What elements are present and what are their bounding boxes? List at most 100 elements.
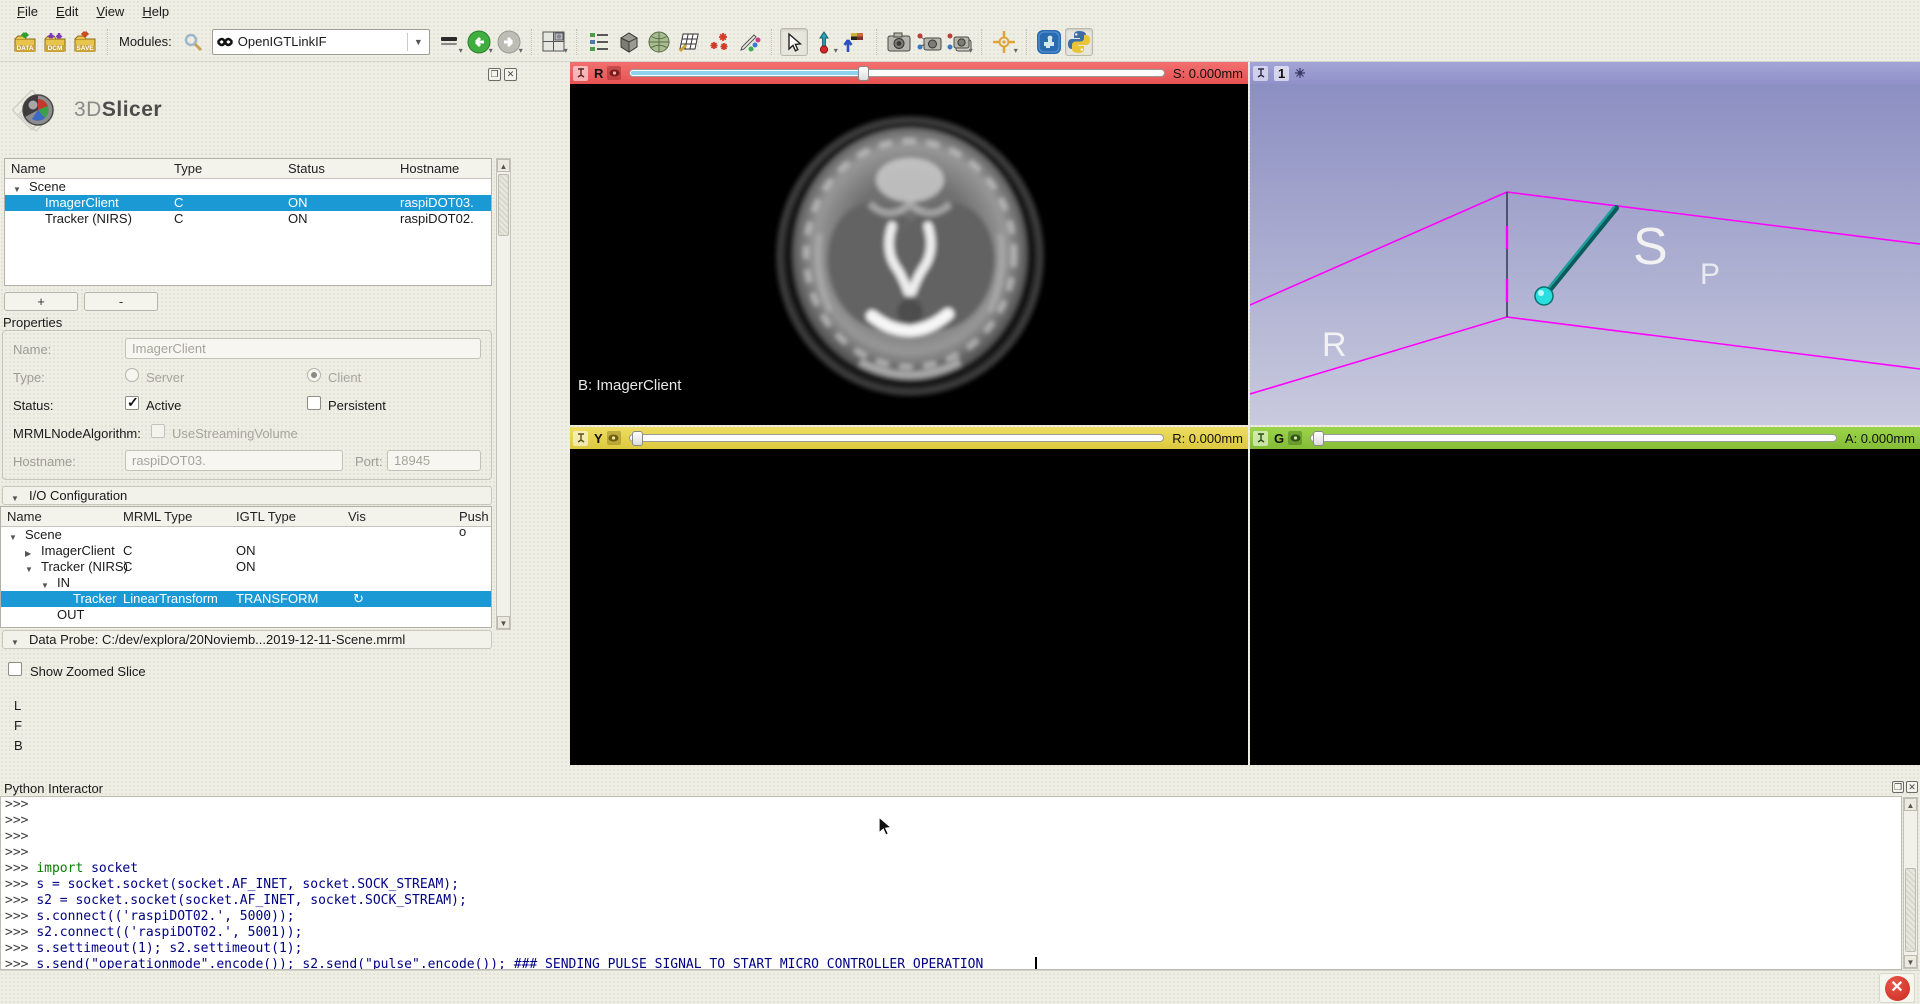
slice-visibility-eye-icon[interactable]: [607, 66, 621, 80]
table-row[interactable]: ▶ImagerClientCON: [1, 543, 491, 559]
transforms-module-button[interactable]: [675, 28, 703, 56]
scroll-up-icon[interactable]: ▲: [1904, 798, 1917, 811]
remove-connector-button[interactable]: -: [84, 292, 158, 311]
client-radio[interactable]: [307, 368, 321, 382]
yellow-slice-view[interactable]: [570, 449, 1248, 765]
column-header-igtl-type[interactable]: IGTL Type: [236, 509, 296, 524]
slider-thumb[interactable]: [632, 431, 643, 446]
spin-icon[interactable]: [1293, 66, 1307, 80]
table-row[interactable]: OUT: [1, 607, 491, 623]
close-console-button[interactable]: ✕: [1906, 781, 1918, 793]
yellow-slice-offset-slider[interactable]: [629, 434, 1165, 442]
console-line: >>>: [5, 797, 1901, 813]
text-caret: [1035, 957, 1037, 970]
active-checkbox[interactable]: [125, 396, 139, 410]
close-panel-button[interactable]: ✕: [504, 68, 517, 81]
table-row[interactable]: Tracker (NIRS)CONraspiDOT02.: [5, 211, 491, 227]
slider-thumb[interactable]: [858, 66, 869, 81]
segment-editor-module-button[interactable]: [735, 28, 763, 56]
scroll-down-icon[interactable]: ▼: [1904, 955, 1917, 968]
hostname-field[interactable]: raspiDOT03.: [125, 450, 343, 471]
layout-selector-button[interactable]: ▾: [540, 28, 568, 56]
column-header-status[interactable]: Status: [288, 161, 325, 176]
table-row[interactable]: TrackerLinearTransformTRANSFORM↻: [1, 591, 491, 607]
column-header-vis[interactable]: Vis: [348, 509, 366, 524]
column-header-name[interactable]: Name: [7, 509, 42, 524]
column-header-hostname[interactable]: Hostname: [400, 161, 459, 176]
add-connector-button[interactable]: +: [4, 292, 78, 311]
data-probe-header[interactable]: ▼ Data Probe: C:/dev/explora/20Noviemb..…: [2, 630, 492, 649]
menu-file[interactable]: File: [8, 2, 47, 21]
module-back-button[interactable]: ▾: [465, 28, 493, 56]
red-slice-view[interactable]: B: ImagerClient: [570, 84, 1248, 425]
io-table-header[interactable]: Name MRML Type IGTL Type Vis Push o: [1, 507, 491, 527]
pin-icon[interactable]: [1253, 431, 1268, 446]
scene-view-button[interactable]: [915, 28, 943, 56]
load-dicom-button[interactable]: DCM: [41, 28, 69, 56]
module-search-button[interactable]: [179, 28, 207, 56]
column-header-mrml-type[interactable]: MRML Type: [123, 509, 192, 524]
load-data-button[interactable]: DATA: [11, 28, 39, 56]
module-forward-button[interactable]: ▾: [495, 28, 523, 56]
red-slice-offset-slider[interactable]: [629, 69, 1165, 77]
module-selector-combobox[interactable]: OpenIGTLinkIF ▼: [212, 29, 430, 55]
pin-icon[interactable]: [1253, 66, 1268, 81]
undock-panel-button[interactable]: ❐: [488, 68, 501, 81]
main-toolbar: DATA DCM SAVE Modules: OpenIGTLinkIF ▼ ▾…: [0, 22, 1920, 62]
server-radio[interactable]: [125, 368, 139, 382]
place-fiducial-button[interactable]: ▾: [810, 28, 838, 56]
scene-view-menu-button[interactable]: ▾: [945, 28, 973, 56]
error-log-button[interactable]: ✕: [1879, 973, 1915, 1003]
column-header-name[interactable]: Name: [11, 161, 46, 176]
scroll-down-icon[interactable]: ▼: [497, 616, 510, 629]
show-zoomed-slice-checkbox[interactable]: [8, 662, 22, 676]
slice-visibility-eye-icon[interactable]: [1288, 431, 1302, 445]
mouse-interaction-button[interactable]: [780, 28, 808, 56]
table-row[interactable]: ▼Tracker (NIRS)CON: [1, 559, 491, 575]
scrollbar-thumb[interactable]: [498, 174, 509, 236]
markups-module-button[interactable]: [705, 28, 733, 56]
column-header-type[interactable]: Type: [174, 161, 202, 176]
undock-console-button[interactable]: ❐: [1892, 781, 1904, 793]
slider-thumb[interactable]: [1313, 431, 1324, 446]
yellow-slice-controller-bar: Y R: 0.000mm: [570, 427, 1248, 449]
use-streaming-volume-checkbox[interactable]: [151, 424, 165, 438]
save-button[interactable]: SAVE: [71, 28, 99, 56]
console-scrollbar[interactable]: ▲ ▼: [1903, 797, 1918, 969]
models-module-button[interactable]: [645, 28, 673, 56]
table-row[interactable]: ▼Scene: [5, 179, 491, 195]
table-row[interactable]: ▼IN: [1, 575, 491, 591]
screenshot-button[interactable]: [885, 28, 913, 56]
name-field[interactable]: ImagerClient: [125, 338, 481, 359]
threed-view[interactable]: S P R: [1250, 84, 1920, 425]
port-field[interactable]: 18945: [387, 450, 481, 471]
scrollbar-thumb[interactable]: [1905, 868, 1916, 952]
data-module-button[interactable]: [585, 28, 613, 56]
green-view-letter: G: [1274, 431, 1284, 446]
menu-help[interactable]: Help: [133, 2, 178, 21]
python-console[interactable]: >>>>>>>>>>>>>>> import socket>>> s = soc…: [0, 796, 1902, 970]
window-level-button[interactable]: [840, 28, 868, 56]
menu-edit[interactable]: Edit: [47, 2, 87, 21]
green-slice-offset-slider[interactable]: [1310, 434, 1837, 442]
table-row[interactable]: ▼Scene: [1, 527, 491, 543]
persistent-checkbox[interactable]: [307, 396, 321, 410]
python-console-button[interactable]: [1065, 28, 1093, 56]
green-slice-view[interactable]: [1250, 449, 1920, 765]
pin-icon[interactable]: [573, 66, 588, 81]
panel-scrollbar[interactable]: ▲ ▼: [496, 158, 511, 630]
slice-corner-annotation: B: ImagerClient: [578, 377, 682, 394]
connector-table-header[interactable]: Name Type Status Hostname: [5, 159, 491, 179]
table-row[interactable]: ImagerClientCONraspiDOT03.: [5, 195, 491, 211]
io-configuration-header[interactable]: ▼ I/O Configuration: [2, 486, 492, 505]
volumes-module-button[interactable]: [615, 28, 643, 56]
slice-visibility-eye-icon[interactable]: [607, 431, 621, 445]
table-cell: LinearTransform: [123, 591, 218, 607]
module-history-button[interactable]: ▾: [435, 28, 463, 56]
pin-icon[interactable]: [573, 431, 588, 446]
volume-cube-icon: [617, 30, 641, 54]
crosshair-button[interactable]: ▾: [990, 28, 1018, 56]
extensions-manager-button[interactable]: [1035, 28, 1063, 56]
scroll-up-icon[interactable]: ▲: [497, 159, 510, 172]
menu-view[interactable]: View: [87, 2, 133, 21]
